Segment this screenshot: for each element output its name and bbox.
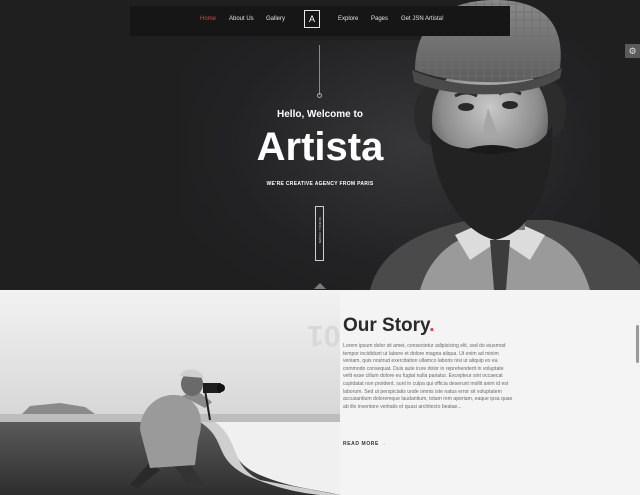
story-title: Our Story. xyxy=(343,315,435,337)
arrow-down-icon xyxy=(314,283,326,289)
hero-tagline: WE'RE CREATIVE AGENCY FROM PARIS xyxy=(266,181,374,187)
nav-explore[interactable]: Explore xyxy=(338,16,358,22)
hero-vertical-divider xyxy=(319,45,320,95)
read-more-link[interactable]: READ MORE → xyxy=(343,441,387,447)
hero-section: Home About Us Gallery A Explore Pages Ge… xyxy=(0,0,640,290)
site-logo-letter: A xyxy=(308,14,315,24)
hero-brand-title: Artista xyxy=(256,125,384,169)
nav-get-artista[interactable]: Get JSN Artista! xyxy=(401,16,444,22)
page-scrollbar[interactable] xyxy=(636,325,639,363)
story-body-text: Lorem ipsum dolor sit amet, consectetur … xyxy=(343,343,513,410)
story-photographer-image xyxy=(0,290,340,495)
nav-pages[interactable]: Pages xyxy=(371,16,388,22)
story-title-dot: . xyxy=(429,315,435,336)
read-more-label: READ MORE xyxy=(343,441,379,447)
scroll-down-label: SCROLL DOWN xyxy=(318,217,322,244)
site-logo[interactable]: A xyxy=(304,10,320,28)
nav-about-us[interactable]: About Us xyxy=(229,16,254,22)
hero-divider-dot xyxy=(317,93,322,98)
section-number: 01 xyxy=(307,319,341,352)
hero-greeting: Hello, Welcome to xyxy=(277,109,363,120)
gear-icon: ⚙ xyxy=(628,46,637,56)
arrow-right-icon: → xyxy=(380,441,387,447)
nav-gallery[interactable]: Gallery xyxy=(266,16,285,22)
nav-home[interactable]: Home xyxy=(200,16,216,22)
story-title-text: Our Story xyxy=(343,315,430,336)
settings-button[interactable]: ⚙ xyxy=(625,44,640,58)
scroll-down-button[interactable]: SCROLL DOWN xyxy=(315,206,324,261)
top-navbar xyxy=(130,6,510,36)
